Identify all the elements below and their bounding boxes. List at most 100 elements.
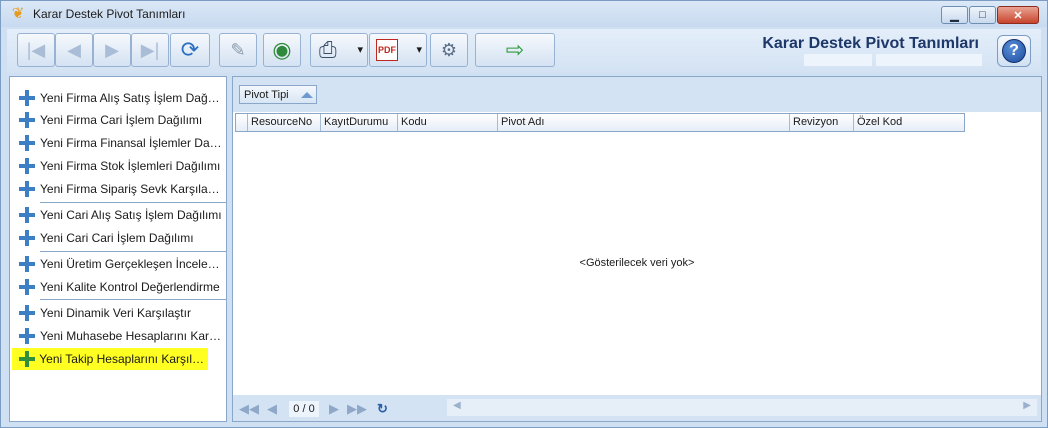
butterfly-icon: ❦ <box>11 5 25 22</box>
settings-button[interactable]: ⚙ <box>430 33 468 67</box>
menu-item-label: Yeni Firma Alış Satış İşlem Dağılımı <box>40 91 222 105</box>
first-icon: |◀ <box>26 40 46 60</box>
empty-grid-message: <Gösterilecek veri yok> <box>579 257 695 269</box>
status-field-1 <box>804 54 872 66</box>
print-dropdown-icon[interactable]: ▾ <box>357 43 363 56</box>
menu-item[interactable]: Yeni Firma Cari İşlem Dağılımı <box>12 109 202 131</box>
app-window: ❦ Karar Destek Pivot Tanımları ▁ □ ✕ |◀ … <box>0 0 1048 428</box>
scroll-right-icon[interactable]: ▶ <box>1023 400 1031 411</box>
pager-last-icon[interactable]: ▶▶ <box>347 401 367 417</box>
group-by-label: Pivot Tipi <box>244 88 289 101</box>
column-header-resourceno[interactable]: ResourceNo <box>248 114 321 131</box>
grid-pager: ◀◀ ◀ 0 / 0 ▶ ▶▶ ↻ ◀ ▶ <box>233 395 1041 421</box>
group-by-chip[interactable]: Pivot Tipi <box>239 85 317 104</box>
data-grid: ResourceNo KayıtDurumu Kodu Pivot Adı Re… <box>233 112 1041 395</box>
menu-item-label: Yeni Takip Hesaplarını Karşılaştır <box>39 352 208 366</box>
menu-divider <box>40 299 226 300</box>
menu-item-label: Yeni Firma Cari İşlem Dağılımı <box>40 113 203 127</box>
title-bar: ❦ Karar Destek Pivot Tanımları ▁ □ ✕ <box>1 1 1047 27</box>
menu-divider <box>40 251 226 252</box>
plus-icon <box>18 206 36 224</box>
menu-item[interactable]: Yeni Dinamik Veri Karşılaştır <box>12 302 191 324</box>
pager-refresh-icon[interactable]: ↻ <box>377 401 388 417</box>
edit-button[interactable]: ✎ <box>219 33 257 67</box>
scroll-left-icon[interactable]: ◀ <box>453 400 461 411</box>
plus-icon <box>18 89 36 107</box>
window-controls: ▁ □ ✕ <box>941 6 1039 24</box>
sort-ascending-icon <box>300 91 313 98</box>
web-button[interactable]: ◉ <box>263 33 301 67</box>
column-header-revizyon[interactable]: Revizyon <box>790 114 854 131</box>
pdf-icon: PDF <box>376 39 398 61</box>
first-record-button[interactable]: |◀ <box>17 33 55 67</box>
window-title: Karar Destek Pivot Tanımları <box>33 7 186 21</box>
globe-icon: ◉ <box>272 37 292 62</box>
menu-item[interactable]: Yeni Cari Alış Satış İşlem Dağılımı <box>12 204 222 226</box>
menu-item[interactable]: Yeni Firma Alış Satış İşlem Dağılımı <box>12 87 222 109</box>
plus-icon <box>18 157 36 175</box>
plus-icon <box>18 134 36 152</box>
last-icon: ▶| <box>140 40 160 60</box>
status-field-2 <box>876 54 982 66</box>
pager-first-icon[interactable]: ◀◀ <box>239 401 259 417</box>
help-icon: ? <box>1002 39 1026 63</box>
plus-icon <box>18 327 36 345</box>
plus-icon <box>18 180 36 198</box>
menu-item-label: Yeni Cari Alış Satış İşlem Dağılımı <box>40 208 222 222</box>
pivot-grid-panel: Pivot Tipi ResourceNo KayıtDurumu Kodu P… <box>232 76 1042 422</box>
maximize-button[interactable]: □ <box>969 6 996 24</box>
menu-item[interactable]: Yeni Firma Stok İşlemleri Dağılımı <box>12 155 220 177</box>
pencil-icon: ✎ <box>230 40 246 60</box>
next-icon: ▶ <box>105 40 119 60</box>
menu-item[interactable]: Yeni Üretim Gerçekleşen İnceleme <box>12 253 222 275</box>
menu-item-label: Yeni Firma Stok İşlemleri Dağılımı <box>40 159 221 173</box>
pager-record-count: 0 / 0 <box>289 401 319 417</box>
pdf-export-button[interactable]: PDF ▾ <box>369 33 427 67</box>
menu-item-label: Yeni Firma Finansal İşlemler Dağıl... <box>40 136 222 150</box>
plus-icon <box>18 278 36 296</box>
menu-item-label: Yeni Dinamik Veri Karşılaştır <box>40 306 191 320</box>
row-indicator-header <box>236 114 248 131</box>
close-button[interactable]: ✕ <box>997 6 1039 24</box>
refresh-button[interactable]: ⟳ <box>170 33 210 67</box>
help-button[interactable]: ? <box>997 35 1031 67</box>
refresh-icon: ⟳ <box>180 37 200 62</box>
previous-record-button[interactable]: ◀ <box>55 33 93 67</box>
column-header-pivot-adi[interactable]: Pivot Adı <box>498 114 790 131</box>
grid-header: ResourceNo KayıtDurumu Kodu Pivot Adı Re… <box>235 113 965 132</box>
plus-icon <box>18 255 36 273</box>
menu-item[interactable]: Yeni Muhasebe Hesaplarını Karşıl... <box>12 325 222 347</box>
plus-icon <box>18 304 36 322</box>
next-record-button[interactable]: ▶ <box>93 33 131 67</box>
menu-item[interactable]: Yeni Firma Finansal İşlemler Dağıl... <box>12 132 222 154</box>
previous-icon: ◀ <box>67 40 81 60</box>
column-header-ozel-kod[interactable]: Özel Kod <box>854 114 964 131</box>
menu-divider <box>40 202 226 203</box>
horizontal-scrollbar[interactable]: ◀ ▶ <box>447 399 1037 416</box>
menu-item-selected[interactable]: Yeni Takip Hesaplarını Karşılaştır <box>12 348 208 370</box>
menu-item[interactable]: Yeni Firma Sipariş Sevk Karşılanma <box>12 178 222 200</box>
plus-icon <box>18 111 36 129</box>
minimize-button[interactable]: ▁ <box>941 6 968 24</box>
pager-next-icon[interactable]: ▶ <box>329 401 339 417</box>
exit-door-icon: ⇨ <box>505 37 525 62</box>
print-button[interactable]: ⎙ ▾ <box>310 33 368 67</box>
pivot-menu-panel: Yeni Firma Alış Satış İşlem Dağılımı Yen… <box>9 76 227 422</box>
column-header-kodu[interactable]: Kodu <box>398 114 498 131</box>
pdf-dropdown-icon[interactable]: ▾ <box>416 43 422 56</box>
menu-item[interactable]: Yeni Cari Cari İşlem Dağılımı <box>12 227 194 249</box>
exit-button[interactable]: ⇨ <box>475 33 555 67</box>
pager-prev-icon[interactable]: ◀ <box>267 401 277 417</box>
printer-icon: ⎙ <box>319 37 337 62</box>
menu-item-label: Yeni Cari Cari İşlem Dağılımı <box>40 231 194 245</box>
column-header-kayitdurumu[interactable]: KayıtDurumu <box>321 114 398 131</box>
plus-icon <box>18 229 36 247</box>
menu-item-label: Yeni Kalite Kontrol Değerlendirme <box>40 280 220 294</box>
menu-item-label: Yeni Firma Sipariş Sevk Karşılanma <box>40 182 222 196</box>
plus-icon <box>18 350 36 368</box>
toolbar: |◀ ◀ ▶ ▶| ⟳ ✎ ◉ ⎙ ▾ PDF ▾ ⚙ ⇨ Karar Dest… <box>7 29 1041 73</box>
last-record-button[interactable]: ▶| <box>131 33 169 67</box>
menu-item[interactable]: Yeni Kalite Kontrol Değerlendirme <box>12 276 220 298</box>
page-title: Karar Destek Pivot Tanımları <box>762 35 979 52</box>
wrench-icon: ⚙ <box>440 40 458 60</box>
